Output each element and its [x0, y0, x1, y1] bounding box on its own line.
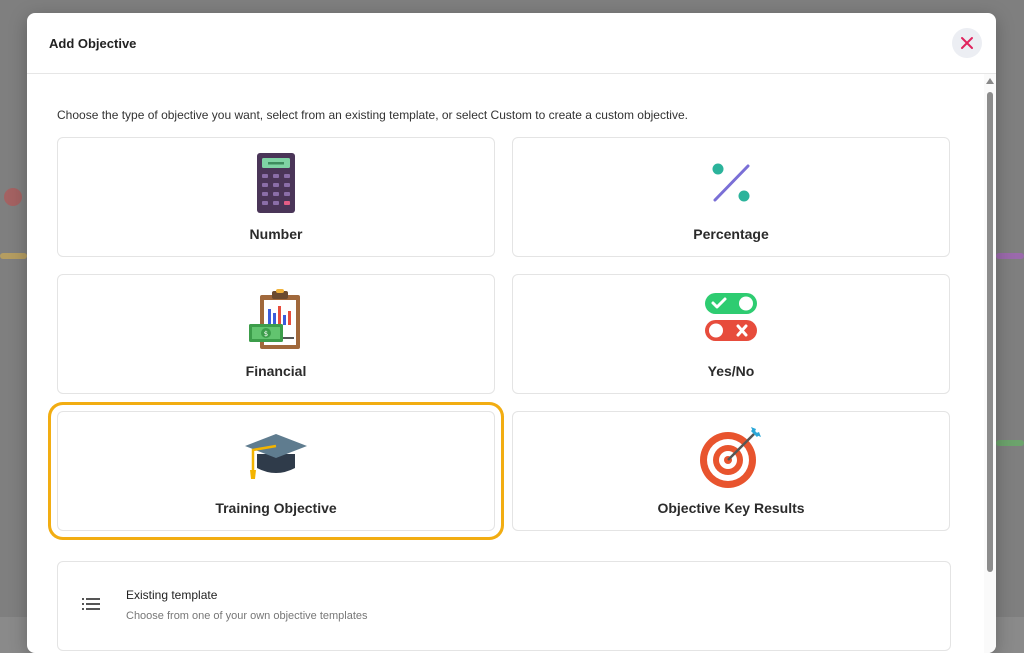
card-label: Number: [249, 226, 303, 242]
existing-template-description: Choose from one of your own objective te…: [126, 610, 368, 622]
close-button[interactable]: [952, 28, 982, 58]
list-icon: [82, 598, 100, 610]
toggle-switches-icon: [705, 293, 757, 341]
card-label: Training Objective: [215, 500, 337, 516]
background-strip: [996, 253, 1024, 259]
calculator-icon: [257, 153, 295, 213]
objective-type-yes-no[interactable]: Yes/No: [512, 274, 950, 394]
objective-type-percentage[interactable]: Percentage: [512, 137, 950, 257]
background-avatar: [4, 188, 22, 206]
card-label: Objective Key Results: [657, 500, 805, 516]
card-label: Percentage: [693, 226, 769, 242]
background-strip: [0, 253, 27, 259]
objective-type-financial[interactable]: $ Financial: [57, 274, 495, 394]
percent-icon: [712, 163, 750, 202]
background-strip: [996, 440, 1024, 446]
card-label: Financial: [245, 363, 307, 379]
objective-type-number[interactable]: Number: [57, 137, 495, 257]
objective-type-training[interactable]: Training Objective: [57, 411, 495, 531]
objective-type-okr[interactable]: Objective Key Results: [512, 411, 950, 531]
dialog-title: Add Objective: [49, 35, 137, 51]
dialog-scrollbar[interactable]: [984, 74, 996, 653]
dialog-intro-text: Choose the type of objective you want, s…: [57, 108, 688, 122]
scroll-up-arrow-icon[interactable]: [986, 78, 994, 84]
add-objective-dialog: Add Objective Choose the type of objecti…: [27, 13, 996, 653]
target-icon: [700, 427, 761, 488]
scroll-thumb[interactable]: [987, 92, 993, 572]
existing-template-title: Existing template: [126, 588, 218, 602]
financial-clipboard-icon: $: [249, 289, 300, 349]
close-icon: [961, 37, 973, 49]
svg-text:$: $: [264, 330, 268, 338]
existing-template-option[interactable]: Existing template Choose from one of you…: [57, 561, 951, 651]
dialog-body: Choose the type of objective you want, s…: [27, 74, 984, 653]
graduation-cap-icon: [245, 434, 307, 479]
card-label: Yes/No: [707, 363, 755, 379]
dialog-header: Add Objective: [27, 13, 996, 74]
